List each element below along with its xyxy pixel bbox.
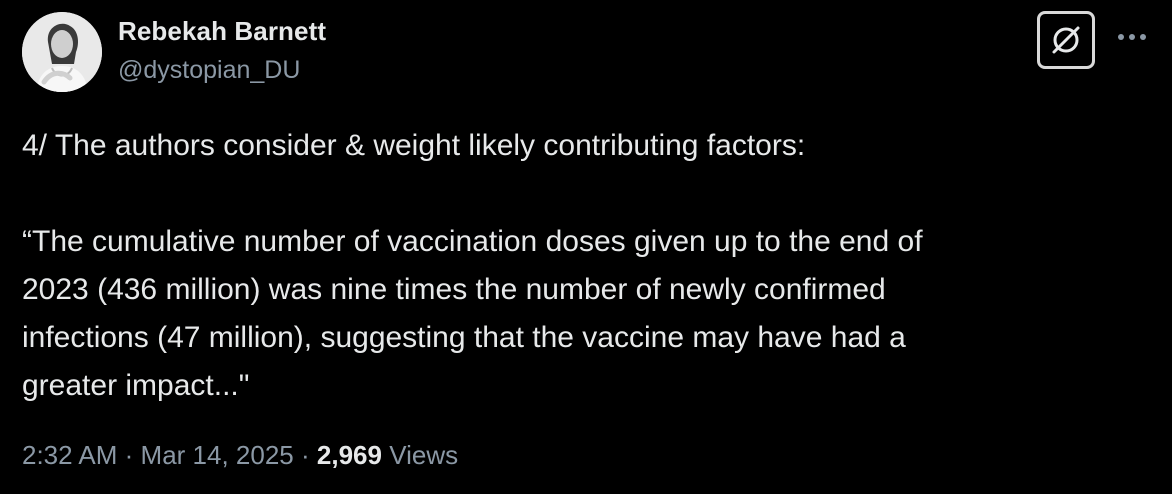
meta-separator: · bbox=[301, 440, 310, 470]
meta-separator: · bbox=[124, 440, 134, 470]
tweet-date[interactable]: Mar 14, 2025 bbox=[141, 440, 294, 470]
tweet-text: 4/ The authors consider & weight likely … bbox=[22, 129, 923, 402]
more-options-button[interactable] bbox=[1112, 22, 1152, 52]
tweet-card: Rebekah Barnett @dystopian_DU 4/ The aut… bbox=[0, 0, 1172, 494]
grok-button[interactable] bbox=[1037, 11, 1095, 69]
profile-photo bbox=[22, 12, 102, 92]
author-handle[interactable]: @dystopian_DU bbox=[118, 56, 300, 85]
grok-icon bbox=[1052, 26, 1080, 54]
author-name[interactable]: Rebekah Barnett bbox=[118, 16, 326, 47]
more-horizontal-icon bbox=[1118, 34, 1146, 40]
tweet-time[interactable]: 2:32 AM bbox=[22, 440, 117, 470]
tweet-meta: 2:32 AM · Mar 14, 2025 · 2,969 Views bbox=[22, 440, 458, 471]
avatar[interactable] bbox=[22, 12, 102, 92]
views-label: Views bbox=[389, 440, 459, 470]
views-count[interactable]: 2,969 bbox=[317, 440, 382, 470]
